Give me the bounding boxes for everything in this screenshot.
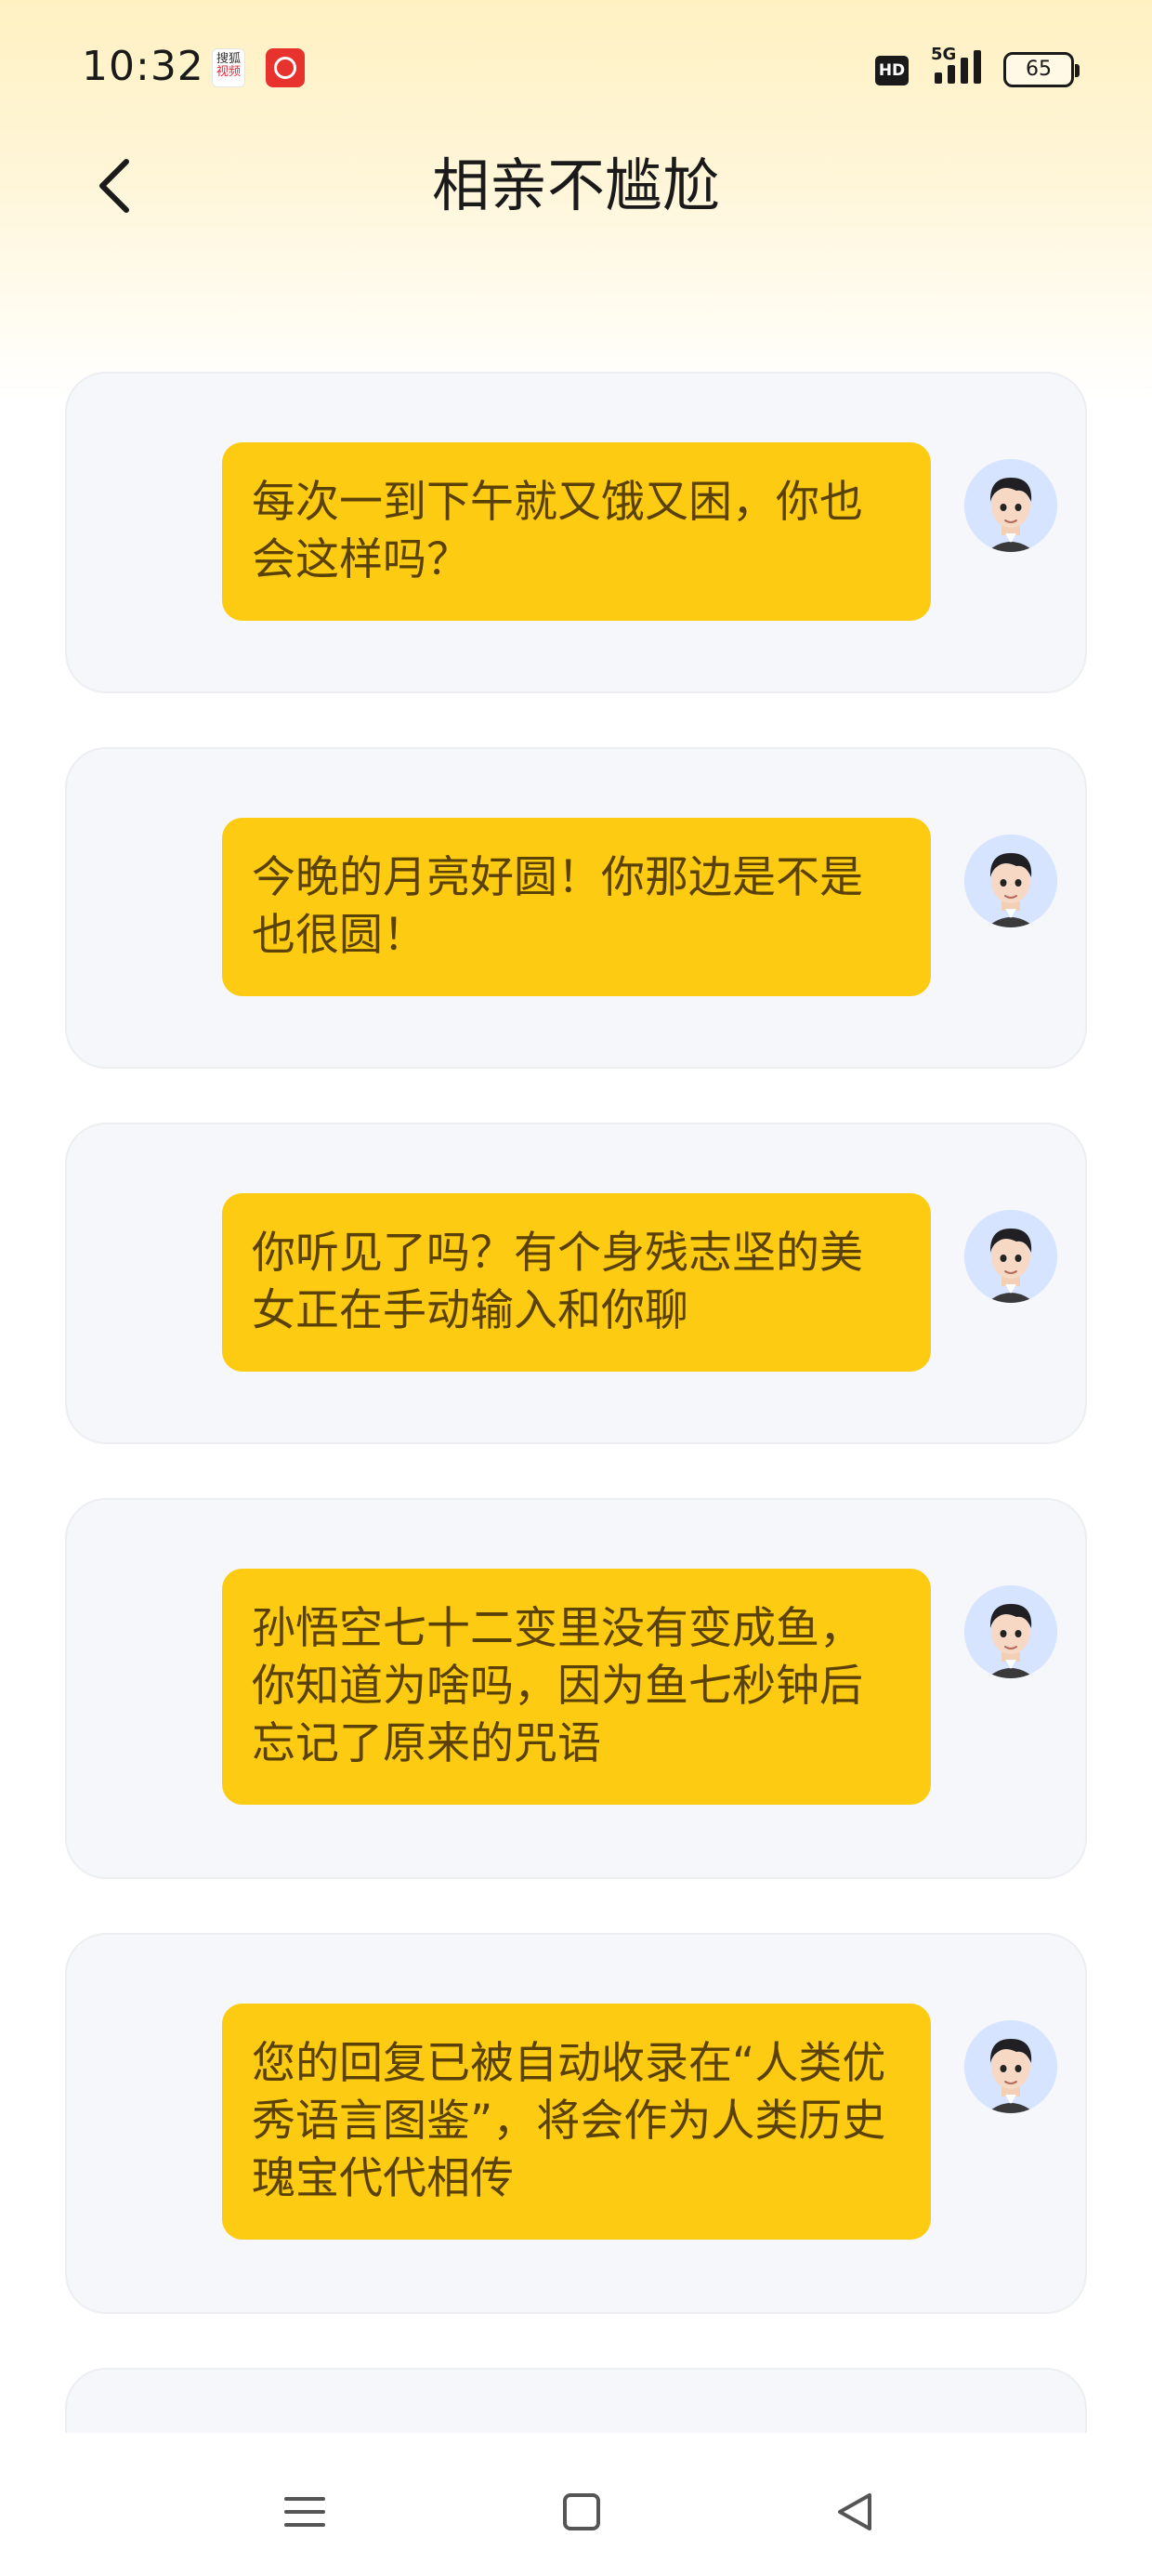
- sohu-icon-label-top: 搜狐: [216, 52, 241, 66]
- battery-icon: 65: [1003, 52, 1080, 87]
- message-card[interactable]: 您的回复已被自动收录在“人类优秀语言图鉴”，将会作为人类历史瑰宝代代相传: [65, 1933, 1087, 2314]
- back-triangle-icon: [838, 2493, 871, 2530]
- menu-button[interactable]: [277, 2484, 333, 2540]
- message-bubble[interactable]: 您的回复已被自动收录在“人类优秀语言图鉴”，将会作为人类历史瑰宝代代相传: [222, 2004, 931, 2240]
- home-button[interactable]: [554, 2484, 609, 2540]
- avatar-face-icon: [964, 2020, 1057, 2113]
- message-bubble[interactable]: 孙悟空七十二变里没有变成鱼，你知道为啥吗，因为鱼七秒钟后忘记了原来的咒语: [222, 1569, 931, 1805]
- status-time: 10:32: [82, 43, 204, 90]
- signal-icon: 5G: [922, 45, 987, 87]
- sohu-video-icon: 搜狐 视频: [212, 48, 245, 87]
- message-card[interactable]: 今晚的月亮好圆！你那边是不是也很圆！: [65, 747, 1087, 1069]
- avatar-face-icon: [964, 1585, 1057, 1678]
- hd-badge: HD: [875, 56, 909, 85]
- avatar-face-icon: [964, 1210, 1057, 1303]
- avatar-face-icon: [964, 835, 1057, 927]
- message-bubble[interactable]: 你听见了吗？有个身残志坚的美女正在手动输入和你聊: [222, 1193, 931, 1372]
- battery-level: 65: [1026, 58, 1052, 81]
- menu-icon: [284, 2497, 325, 2527]
- back-nav-button[interactable]: [827, 2484, 883, 2540]
- network-label: 5G: [931, 45, 957, 64]
- message-card[interactable]: 你听见了吗？有个身残志坚的美女正在手动输入和你聊: [65, 1123, 1087, 1444]
- system-nav-bar: [0, 2433, 1152, 2576]
- avatar-face-icon: [964, 459, 1057, 552]
- message-bubble[interactable]: 每次一到下午就又饿又困，你也会这样吗？: [222, 442, 931, 621]
- avatar: [964, 1585, 1057, 1678]
- avatar: [964, 1210, 1057, 1303]
- avatar: [964, 459, 1057, 552]
- status-bar: 10:32 搜狐 视频 HD 5G 65: [0, 0, 1152, 139]
- sohu-icon-label-bottom: 视频: [216, 65, 241, 79]
- message-bubble[interactable]: 今晚的月亮好圆！你那边是不是也很圆！: [222, 818, 931, 996]
- avatar: [964, 835, 1057, 927]
- message-card[interactable]: 每次一到下午就又饿又困，你也会这样吗？: [65, 372, 1087, 693]
- avatar: [964, 2020, 1057, 2113]
- page-title: 相亲不尴尬: [431, 151, 720, 219]
- home-square-icon: [563, 2493, 600, 2530]
- netease-music-icon: [266, 48, 305, 87]
- message-card[interactable]: 孙悟空七十二变里没有变成鱼，你知道为啥吗，因为鱼七秒钟后忘记了原来的咒语: [65, 1498, 1087, 1879]
